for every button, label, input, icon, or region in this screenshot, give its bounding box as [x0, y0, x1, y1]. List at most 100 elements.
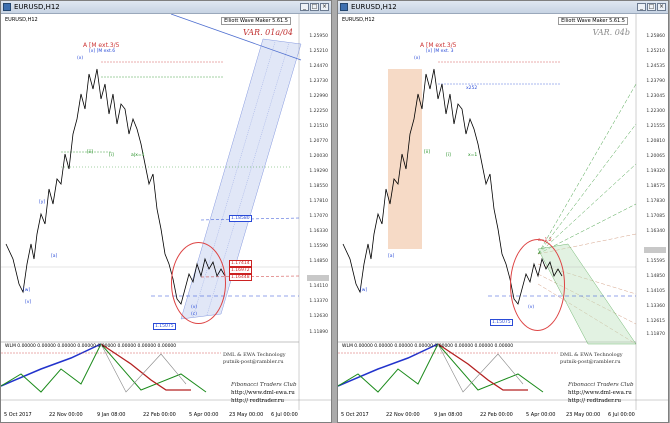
current-price-marker: [307, 275, 329, 281]
wave-label: [ii]: [424, 150, 431, 155]
price-axis-label: 1.14850: [309, 259, 328, 264]
level-box: 1.15075: [153, 323, 176, 330]
wlm-indicator-label: WLM 0.00000 0.00000 0.00000 0.00000 0.00…: [342, 344, 514, 349]
window-titlebar[interactable]: EURUSD,H12 _ □ ×: [1, 1, 331, 14]
price-axis-label: 1.11870: [646, 332, 665, 337]
wave-label: [i]: [109, 153, 114, 158]
price-axis-label: 1.19320: [646, 169, 665, 174]
brand-email: putnik-post@rambler.ru: [560, 359, 621, 365]
price-axis-label: 1.15595: [646, 259, 665, 264]
maximize-button[interactable]: □: [647, 3, 656, 11]
price-axis-label: 1.17070: [309, 214, 328, 219]
site-link[interactable]: http:// redtrader.ru: [568, 398, 621, 404]
time-axis-label: 22 Nov 00:00: [49, 412, 83, 418]
wave-label: (x): [414, 56, 421, 61]
chart-window-icon: [340, 3, 348, 11]
wave-sub-label: [x] [M ext. 3: [426, 49, 454, 54]
chart-window-icon: [3, 3, 11, 11]
wave-label: (c): [191, 312, 197, 317]
price-axis-label: 1.24470: [309, 64, 328, 69]
wave-label: [a]: [388, 254, 395, 259]
level-box: 1.16972: [229, 267, 252, 274]
price-axis-label: 1.14850: [646, 274, 665, 279]
wave-label: [i]: [446, 153, 451, 158]
price-axis-label: 1.17085: [646, 214, 665, 219]
price-axis-label: 1.22300: [646, 109, 665, 114]
chart-window-left[interactable]: EURUSD,H12 _ □ × EURUSD,H12 Elliott Wave…: [0, 0, 332, 423]
level-box: 1.17414: [229, 260, 252, 267]
brand-label: DML & EWA Technology: [560, 352, 623, 358]
price-axis-label: 1.20770: [309, 139, 328, 144]
chart-window-right[interactable]: EURUSD,H12 _ □ × EURUSD,H12 Elliott Wave…: [337, 0, 669, 423]
window-controls: _ □ ×: [636, 3, 666, 12]
price-axis-label: 1.21510: [309, 124, 328, 129]
time-axis-label: 9 Jan 08:00: [97, 412, 126, 418]
price-axis-label: 1.23045: [646, 94, 665, 99]
site-link[interactable]: http://www.dml-ewa.ru: [568, 390, 632, 396]
fibonacci-club-label: Fibonacci Traders Club: [568, 382, 634, 388]
close-button[interactable]: ×: [320, 3, 329, 11]
price-chart[interactable]: EURUSD,H12 Elliott Wave Maker 5.61.5 VAR…: [1, 14, 331, 418]
fibonacci-club-label: Fibonacci Traders Club: [231, 382, 297, 388]
wave-label: [ii]: [87, 150, 94, 155]
price-axis-label: 1.11890: [309, 330, 328, 335]
time-axis-label: 5 Oct 2017: [341, 412, 369, 418]
price-axis-label: 1.15590: [309, 244, 328, 249]
price-axis-label: 1.22250: [309, 109, 328, 114]
price-axis-label: 1.25210: [309, 49, 328, 54]
close-button[interactable]: ×: [657, 3, 666, 11]
target-zone-ellipse: [510, 239, 565, 331]
symbol-label: EURUSD,H12: [5, 17, 38, 23]
price-axis-label: 1.13360: [646, 304, 665, 309]
minimize-button[interactable]: _: [300, 3, 309, 11]
time-axis-label: 22 Nov 00:00: [386, 412, 420, 418]
wave-label: [a]: [51, 254, 58, 259]
brand-email: putnik-post@rambler.ru: [223, 359, 284, 365]
price-axis-label: 1.12630: [309, 314, 328, 319]
price-axis-label: 1.18550: [309, 184, 328, 189]
variant-label: VAR. 04b: [592, 28, 630, 37]
target-zone-ellipse: [171, 242, 226, 324]
price-axis-label: 1.20030: [309, 154, 328, 159]
price-axis-label: 1.20065: [646, 154, 665, 159]
price-axis-label: 1.17810: [309, 199, 328, 204]
wave-a-label: A [M ext.3/5: [420, 42, 457, 49]
time-axis-label: 5 Apr 00:00: [189, 412, 219, 418]
time-axis-label: 22 Feb 00:00: [143, 412, 176, 418]
variant-label: VAR. 01a/04: [243, 28, 293, 37]
price-axis-label: 1.24535: [646, 64, 665, 69]
site-link[interactable]: http://www.dml-ewa.ru: [231, 390, 295, 396]
price-axis-label: 1.16340: [646, 229, 665, 234]
price-axis-label: 1.20810: [646, 139, 665, 144]
site-link[interactable]: http:// redtrader.ru: [231, 398, 284, 404]
price-axis-label: 1.22990: [309, 94, 328, 99]
wave-label: [w]: [23, 288, 31, 293]
window-title: EURUSD,H12: [351, 3, 397, 11]
price-axis-label: 1.17830: [646, 199, 665, 204]
price-axis-label: 1.23790: [646, 79, 665, 84]
window-controls: _ □ ×: [299, 3, 329, 12]
time-axis-label: 6 Jul 00:00: [271, 412, 298, 418]
price-axis-label: 1.13370: [309, 299, 328, 304]
ewm-indicator-label[interactable]: Elliott Wave Maker 5.61.5: [558, 17, 628, 25]
wave-label: a|x=1: [131, 153, 145, 158]
price-axis-label: 1.25860: [646, 34, 665, 39]
wave-sub-label: [x] [M ext.6: [89, 49, 116, 54]
time-axis-label: 5 Apr 00:00: [526, 412, 556, 418]
price-chart[interactable]: EURUSD,H12 Elliott Wave Maker 5.61.5 VAR…: [338, 14, 668, 418]
price-axis-label: 1.19290: [309, 169, 328, 174]
price-axis-label: 1.18575: [646, 184, 665, 189]
maximize-button[interactable]: □: [310, 3, 319, 11]
wave-label: [y]: [39, 200, 46, 205]
wave-label: [v]: [25, 300, 32, 305]
minimize-button[interactable]: _: [637, 3, 646, 11]
price-axis-label: 1.25210: [646, 49, 665, 54]
price-axis-label: 1.14110: [309, 284, 328, 289]
window-titlebar[interactable]: EURUSD,H12 _ □ ×: [338, 1, 668, 14]
price-axis-label: 1.23730: [309, 79, 328, 84]
ewm-indicator-label[interactable]: Elliott Wave Maker 5.61.5: [221, 17, 291, 25]
wave-label: (v): [528, 305, 535, 310]
price-axis-label: 1.21555: [646, 124, 665, 129]
level-box: 1.16448: [229, 274, 252, 281]
symbol-label: EURUSD,H12: [342, 17, 375, 23]
